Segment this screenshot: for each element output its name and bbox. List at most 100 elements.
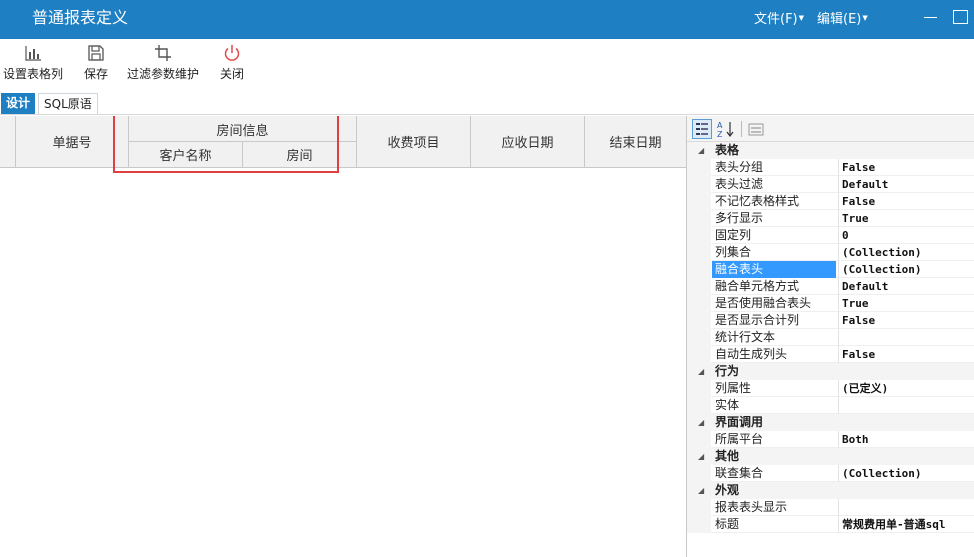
property-row-gutter [687, 431, 711, 448]
property-row[interactable]: 标题 常规费用单-普通sql [687, 516, 974, 533]
maximize-icon[interactable] [952, 9, 968, 25]
toolbar: 设置表格列 保存 过滤参数维护 关闭 [0, 39, 974, 91]
property-row-gutter [687, 499, 711, 516]
property-row[interactable]: 联查集合 (Collection) [687, 465, 974, 482]
property-row-gutter [687, 227, 711, 244]
property-row[interactable]: 不记忆表格样式 False [687, 193, 974, 210]
property-row-gutter [687, 312, 711, 329]
property-value[interactable]: False [838, 346, 974, 363]
property-row[interactable]: 列属性 (已定义) [687, 380, 974, 397]
title-bar: 普通报表定义 文件(F)▼ 编辑(E)▼ [0, 0, 974, 39]
property-panel: AZ ◢ 表格 表头分组 False 表头过滤 Default 不记忆表格样式 False 多行… [686, 116, 974, 557]
property-row[interactable]: 所属平台 Both [687, 431, 974, 448]
property-value[interactable]: True [838, 295, 974, 312]
property-row[interactable]: 实体 [687, 397, 974, 414]
property-name: 统计行文本 [715, 330, 776, 344]
property-name: 标题 [715, 517, 740, 531]
alphabetical-view-button[interactable]: AZ [716, 119, 736, 139]
property-name: 实体 [715, 398, 740, 412]
property-category[interactable]: ◢ 外观 [687, 482, 974, 499]
column-header-due-date[interactable]: 应收日期 [471, 116, 585, 167]
property-value[interactable]: (Collection) [838, 465, 974, 482]
property-value[interactable]: Default [838, 278, 974, 295]
property-value[interactable]: Both [838, 431, 974, 448]
property-row[interactable]: 固定列 0 [687, 227, 974, 244]
property-grid: ◢ 表格 表头分组 False 表头过滤 Default 不记忆表格样式 False 多行显示 T… [687, 142, 974, 533]
property-name: 自动生成列头 [715, 347, 788, 361]
property-name: 列属性 [715, 381, 752, 395]
property-row-gutter [687, 295, 711, 312]
property-name: 是否使用融合表头 [715, 296, 812, 310]
property-row[interactable]: 报表表头显示 [687, 499, 974, 516]
property-name: 固定列 [715, 228, 752, 242]
close-button[interactable]: 关闭 [220, 43, 244, 82]
property-row-gutter [687, 244, 711, 261]
property-row[interactable]: 表头过滤 Default [687, 176, 974, 193]
caret-down-icon: ▼ [862, 14, 868, 22]
property-value[interactable]: (Collection) [838, 261, 974, 278]
property-row[interactable]: 融合单元格方式 Default [687, 278, 974, 295]
property-value[interactable]: False [838, 159, 974, 176]
window-title: 普通报表定义 [32, 8, 129, 27]
property-value[interactable] [838, 499, 974, 516]
property-row[interactable]: 表头分组 False [687, 159, 974, 176]
property-value[interactable]: 常规费用单-普通sql [838, 516, 974, 533]
collapse-triangle-icon[interactable]: ◢ [698, 363, 704, 380]
power-icon [224, 45, 240, 61]
property-row-gutter [687, 278, 711, 295]
property-category-name: 行为 [715, 364, 740, 378]
collapse-triangle-icon[interactable]: ◢ [698, 482, 704, 499]
property-category[interactable]: ◢ 表格 [687, 142, 974, 159]
column-header-end-date[interactable]: 结束日期 [585, 116, 686, 167]
collapse-triangle-icon[interactable]: ◢ [698, 448, 704, 465]
set-columns-label: 设置表格列 [3, 67, 64, 81]
property-row[interactable]: 列集合 (Collection) [687, 244, 974, 261]
property-category[interactable]: ◢ 界面调用 [687, 414, 974, 431]
collapse-triangle-icon[interactable]: ◢ [698, 142, 704, 159]
tab-sql[interactable]: SQL原语 [38, 93, 98, 114]
collapse-triangle-icon[interactable]: ◢ [698, 414, 704, 431]
caret-down-icon: ▼ [798, 14, 805, 22]
property-pages-button[interactable] [746, 119, 766, 139]
filter-params-button[interactable]: 过滤参数维护 [127, 43, 199, 82]
property-name: 多行显示 [715, 211, 764, 225]
property-value[interactable]: Default [838, 176, 974, 193]
property-value[interactable]: False [838, 312, 974, 329]
property-row-gutter [687, 397, 711, 414]
floppy-disk-icon [88, 45, 104, 61]
categorized-view-button[interactable] [692, 119, 712, 139]
property-name: 表头分组 [715, 160, 764, 174]
property-value[interactable]: False [838, 193, 974, 210]
menu-edit[interactable]: 编辑(E)▼ [817, 10, 868, 28]
property-row[interactable]: 统计行文本 [687, 329, 974, 346]
tab-design[interactable]: 设计 [1, 93, 36, 114]
categorized-icon [696, 123, 708, 135]
save-button[interactable]: 保存 [84, 43, 108, 82]
property-row[interactable]: 多行显示 True [687, 210, 974, 227]
set-columns-button[interactable]: 设置表格列 [3, 43, 63, 82]
property-name: 不记忆表格样式 [715, 194, 800, 208]
property-row-gutter [687, 193, 711, 210]
property-row-gutter [687, 346, 711, 363]
property-row[interactable]: 是否显示合计列 False [687, 312, 974, 329]
property-value[interactable] [838, 397, 974, 414]
property-pages-icon [748, 123, 764, 136]
property-row[interactable]: 自动生成列头 False [687, 346, 974, 363]
column-header-fee-item[interactable]: 收费项目 [357, 116, 471, 167]
property-category-name: 外观 [715, 483, 740, 497]
property-value[interactable]: (Collection) [838, 244, 974, 261]
menu-file[interactable]: 文件(F)▼ [754, 10, 804, 28]
property-category[interactable]: ◢ 其他 [687, 448, 974, 465]
property-value[interactable]: 0 [838, 227, 974, 244]
close-label: 关闭 [220, 67, 245, 81]
property-value[interactable]: (已定义) [838, 380, 974, 397]
property-value[interactable] [838, 329, 974, 346]
property-name: 所属平台 [715, 432, 764, 446]
property-row[interactable]: 是否使用融合表头 True [687, 295, 974, 312]
property-value[interactable]: True [838, 210, 974, 227]
property-row[interactable]: 融合表头 (Collection) [687, 261, 974, 278]
property-name: 融合表头 [712, 261, 836, 278]
minimize-icon[interactable] [923, 9, 939, 25]
property-category[interactable]: ◢ 行为 [687, 363, 974, 380]
property-name: 是否显示合计列 [715, 313, 800, 327]
